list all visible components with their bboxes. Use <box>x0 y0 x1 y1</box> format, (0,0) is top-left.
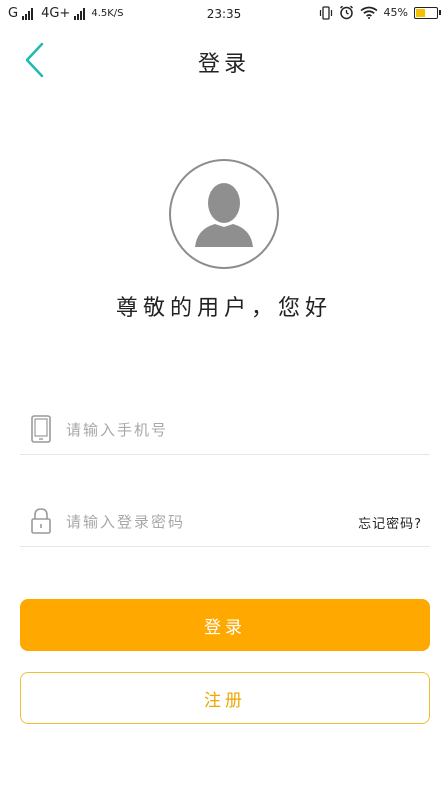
password-field: 忘记密码? <box>20 500 430 547</box>
status-right: 45% <box>319 5 441 20</box>
status-bar: G 4G+ 4.5K/S 23:35 45% <box>0 0 448 30</box>
battery-percent: 45% <box>383 6 408 19</box>
battery-icon <box>414 6 441 19</box>
phone-input[interactable] <box>66 414 366 446</box>
lock-icon <box>31 508 51 534</box>
page-title: 登录 <box>197 52 250 77</box>
login-button[interactable]: 登录 <box>20 599 430 651</box>
battery-fill <box>416 8 425 17</box>
register-button[interactable]: 注册 <box>20 672 430 724</box>
password-input[interactable] <box>66 506 366 538</box>
vibrate-icon <box>319 5 332 20</box>
greeting-text: 尊敬的用户，您好 <box>115 296 332 321</box>
phone-icon <box>31 415 51 443</box>
alarm-icon <box>339 5 353 20</box>
wifi-icon <box>360 6 378 19</box>
user-silhouette-icon <box>195 183 253 247</box>
title-bar: 登录 <box>0 30 448 90</box>
forgot-password-link[interactable]: 忘记密码? <box>358 513 422 532</box>
phone-field <box>20 408 430 455</box>
login-screen: G 4G+ 4.5K/S 23:35 45% 登录 尊敬的用户，您好 请输入手机… <box>0 0 448 800</box>
avatar <box>169 159 279 269</box>
